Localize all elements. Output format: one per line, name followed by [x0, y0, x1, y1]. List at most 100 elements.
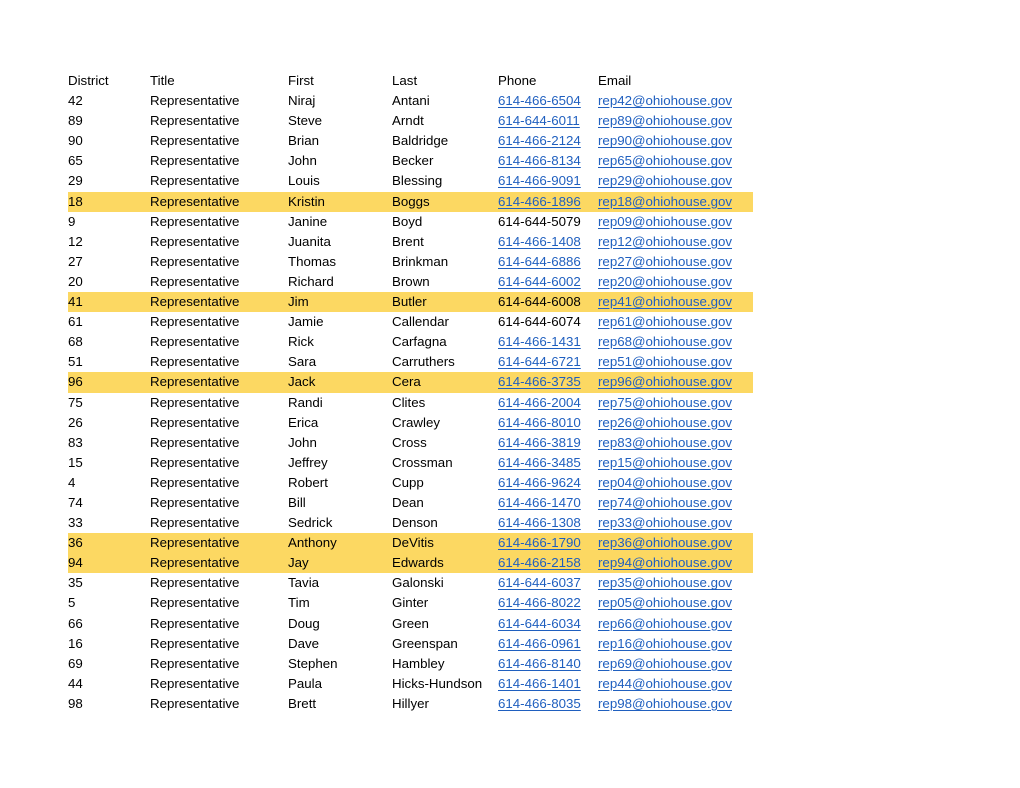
cell-phone-link[interactable]: 614-466-1470 [498, 495, 581, 510]
cell-phone-link[interactable]: 614-466-8022 [498, 595, 581, 610]
cell-email[interactable]: rep51@ohiohouse.gov [598, 352, 753, 372]
cell-email-link[interactable]: rep16@ohiohouse.gov [598, 636, 732, 651]
cell-email-link[interactable]: rep69@ohiohouse.gov [598, 656, 732, 671]
cell-email[interactable]: rep42@ohiohouse.gov [598, 91, 753, 111]
cell-email-link[interactable]: rep29@ohiohouse.gov [598, 173, 732, 188]
cell-email-link[interactable]: rep27@ohiohouse.gov [598, 254, 732, 269]
cell-phone-link[interactable]: 614-466-1408 [498, 234, 581, 249]
cell-email[interactable]: rep04@ohiohouse.gov [598, 473, 753, 493]
cell-phone[interactable]: 614-466-8134 [498, 151, 598, 171]
cell-email[interactable]: rep83@ohiohouse.gov [598, 433, 753, 453]
cell-phone[interactable]: 614-466-1896 [498, 191, 598, 212]
cell-email[interactable]: rep05@ohiohouse.gov [598, 593, 753, 613]
cell-email-link[interactable]: rep41@ohiohouse.gov [598, 294, 732, 309]
cell-phone[interactable]: 614-466-9624 [498, 473, 598, 493]
cell-email-link[interactable]: rep20@ohiohouse.gov [598, 274, 732, 289]
cell-email-link[interactable]: rep66@ohiohouse.gov [598, 616, 732, 631]
cell-phone-link[interactable]: 614-466-6504 [498, 93, 581, 108]
cell-phone[interactable]: 614-466-0961 [498, 634, 598, 654]
cell-email[interactable]: rep96@ohiohouse.gov [598, 372, 753, 393]
cell-email[interactable]: rep20@ohiohouse.gov [598, 272, 753, 292]
cell-phone-link[interactable]: 614-466-8134 [498, 153, 581, 168]
cell-email-link[interactable]: rep05@ohiohouse.gov [598, 595, 732, 610]
cell-phone-link[interactable]: 614-644-6037 [498, 575, 581, 590]
cell-phone-link[interactable]: 614-466-3485 [498, 455, 581, 470]
cell-phone[interactable]: 614-466-8022 [498, 593, 598, 613]
cell-phone[interactable]: 614-466-3735 [498, 372, 598, 393]
cell-email-link[interactable]: rep35@ohiohouse.gov [598, 575, 732, 590]
cell-email-link[interactable]: rep33@ohiohouse.gov [598, 515, 732, 530]
cell-phone-link[interactable]: 614-466-3735 [498, 374, 581, 389]
cell-email-link[interactable]: rep36@ohiohouse.gov [598, 535, 732, 550]
cell-email[interactable]: rep16@ohiohouse.gov [598, 634, 753, 654]
cell-email[interactable]: rep98@ohiohouse.gov [598, 694, 753, 714]
cell-email-link[interactable]: rep74@ohiohouse.gov [598, 495, 732, 510]
cell-phone-link[interactable]: 614-466-1308 [498, 515, 581, 530]
cell-phone[interactable]: 614-466-1401 [498, 674, 598, 694]
cell-phone[interactable]: 614-466-1470 [498, 493, 598, 513]
cell-phone[interactable]: 614-466-8010 [498, 413, 598, 433]
cell-email-link[interactable]: rep89@ohiohouse.gov [598, 113, 732, 128]
cell-email-link[interactable]: rep12@ohiohouse.gov [598, 234, 732, 249]
cell-phone-link[interactable]: 614-466-2158 [498, 555, 581, 570]
cell-email-link[interactable]: rep26@ohiohouse.gov [598, 415, 732, 430]
cell-email-link[interactable]: rep68@ohiohouse.gov [598, 334, 732, 349]
cell-email[interactable]: rep33@ohiohouse.gov [598, 513, 753, 533]
cell-email[interactable]: rep65@ohiohouse.gov [598, 151, 753, 171]
cell-email-link[interactable]: rep44@ohiohouse.gov [598, 676, 732, 691]
cell-email[interactable]: rep90@ohiohouse.gov [598, 131, 753, 151]
cell-email-link[interactable]: rep90@ohiohouse.gov [598, 133, 732, 148]
cell-phone-link[interactable]: 614-644-6011 [498, 113, 580, 128]
cell-email[interactable]: rep94@ohiohouse.gov [598, 553, 753, 574]
cell-email[interactable]: rep29@ohiohouse.gov [598, 171, 753, 191]
cell-phone-link[interactable]: 614-466-1401 [498, 676, 581, 691]
cell-phone-link[interactable]: 614-466-1896 [498, 194, 581, 209]
cell-phone-link[interactable]: 614-644-6721 [498, 354, 581, 369]
cell-phone-link[interactable]: 614-466-8140 [498, 656, 581, 671]
cell-email-link[interactable]: rep15@ohiohouse.gov [598, 455, 732, 470]
cell-email[interactable]: rep12@ohiohouse.gov [598, 232, 753, 252]
cell-email[interactable]: rep09@ohiohouse.gov [598, 212, 753, 232]
cell-phone-link[interactable]: 614-644-6034 [498, 616, 581, 631]
cell-phone[interactable]: 614-644-6034 [498, 614, 598, 634]
cell-email[interactable]: rep26@ohiohouse.gov [598, 413, 753, 433]
cell-phone-link[interactable]: 614-466-0961 [498, 636, 581, 651]
cell-email-link[interactable]: rep09@ohiohouse.gov [598, 214, 732, 229]
cell-phone-link[interactable]: 614-644-6002 [498, 274, 581, 289]
cell-email[interactable]: rep75@ohiohouse.gov [598, 393, 753, 413]
cell-phone[interactable]: 614-466-6504 [498, 91, 598, 111]
cell-email-link[interactable]: rep75@ohiohouse.gov [598, 395, 732, 410]
cell-email-link[interactable]: rep04@ohiohouse.gov [598, 475, 732, 490]
cell-email-link[interactable]: rep42@ohiohouse.gov [598, 93, 732, 108]
cell-phone[interactable]: 614-466-1308 [498, 513, 598, 533]
cell-phone-link[interactable]: 614-466-9091 [498, 173, 581, 188]
cell-email-link[interactable]: rep18@ohiohouse.gov [598, 194, 732, 209]
cell-email[interactable]: rep44@ohiohouse.gov [598, 674, 753, 694]
cell-phone[interactable]: 614-644-6011 [498, 111, 598, 131]
cell-email-link[interactable]: rep83@ohiohouse.gov [598, 435, 732, 450]
cell-phone[interactable]: 614-466-1408 [498, 232, 598, 252]
cell-phone[interactable]: 614-466-2158 [498, 553, 598, 574]
cell-phone[interactable]: 614-644-6002 [498, 272, 598, 292]
cell-phone[interactable]: 614-466-1790 [498, 533, 598, 554]
cell-email-link[interactable]: rep96@ohiohouse.gov [598, 374, 732, 389]
cell-phone[interactable]: 614-466-1431 [498, 332, 598, 352]
cell-email-link[interactable]: rep94@ohiohouse.gov [598, 555, 732, 570]
cell-email-link[interactable]: rep51@ohiohouse.gov [598, 354, 732, 369]
cell-email[interactable]: rep61@ohiohouse.gov [598, 312, 753, 332]
cell-phone-link[interactable]: 614-466-8035 [498, 696, 581, 711]
cell-phone-link[interactable]: 614-466-2004 [498, 395, 581, 410]
cell-phone-link[interactable]: 614-466-8010 [498, 415, 581, 430]
cell-phone[interactable]: 614-644-6886 [498, 252, 598, 272]
cell-email[interactable]: rep36@ohiohouse.gov [598, 533, 753, 554]
cell-phone-link[interactable]: 614-466-1790 [498, 535, 581, 550]
cell-email-link[interactable]: rep61@ohiohouse.gov [598, 314, 732, 329]
cell-email[interactable]: rep89@ohiohouse.gov [598, 111, 753, 131]
cell-phone[interactable]: 614-466-2124 [498, 131, 598, 151]
cell-phone-link[interactable]: 614-644-6886 [498, 254, 581, 269]
cell-phone[interactable]: 614-466-2004 [498, 393, 598, 413]
cell-phone[interactable]: 614-644-6721 [498, 352, 598, 372]
cell-phone-link[interactable]: 614-466-1431 [498, 334, 581, 349]
cell-phone-link[interactable]: 614-466-2124 [498, 133, 581, 148]
cell-phone[interactable]: 614-644-6037 [498, 573, 598, 593]
